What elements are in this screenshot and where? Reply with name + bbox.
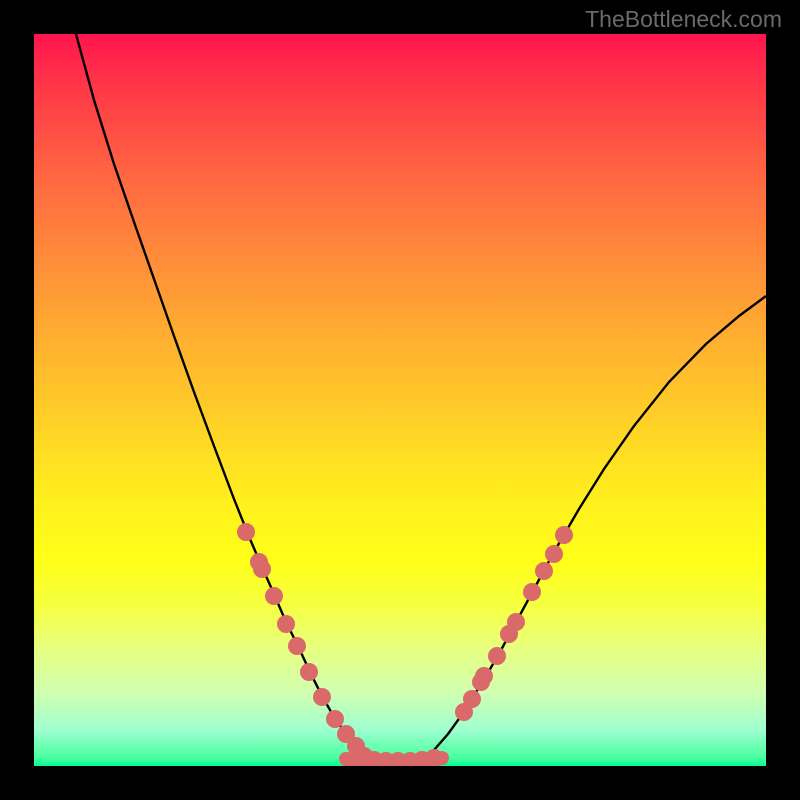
data-point — [288, 637, 306, 655]
data-point — [313, 688, 331, 706]
data-point — [300, 663, 318, 681]
data-point — [535, 562, 553, 580]
data-point — [507, 613, 525, 631]
plot-area — [34, 34, 766, 766]
curve-left — [76, 34, 379, 759]
data-point — [253, 560, 271, 578]
data-point — [488, 647, 506, 665]
data-point — [555, 526, 573, 544]
data-point — [545, 545, 563, 563]
watermark-text: TheBottleneck.com — [585, 6, 782, 33]
data-point — [237, 523, 255, 541]
data-point — [475, 667, 493, 685]
data-point — [265, 587, 283, 605]
data-point — [425, 749, 443, 766]
chart-curves — [34, 34, 766, 766]
data-point — [463, 690, 481, 708]
data-point — [277, 615, 295, 633]
data-point — [523, 583, 541, 601]
